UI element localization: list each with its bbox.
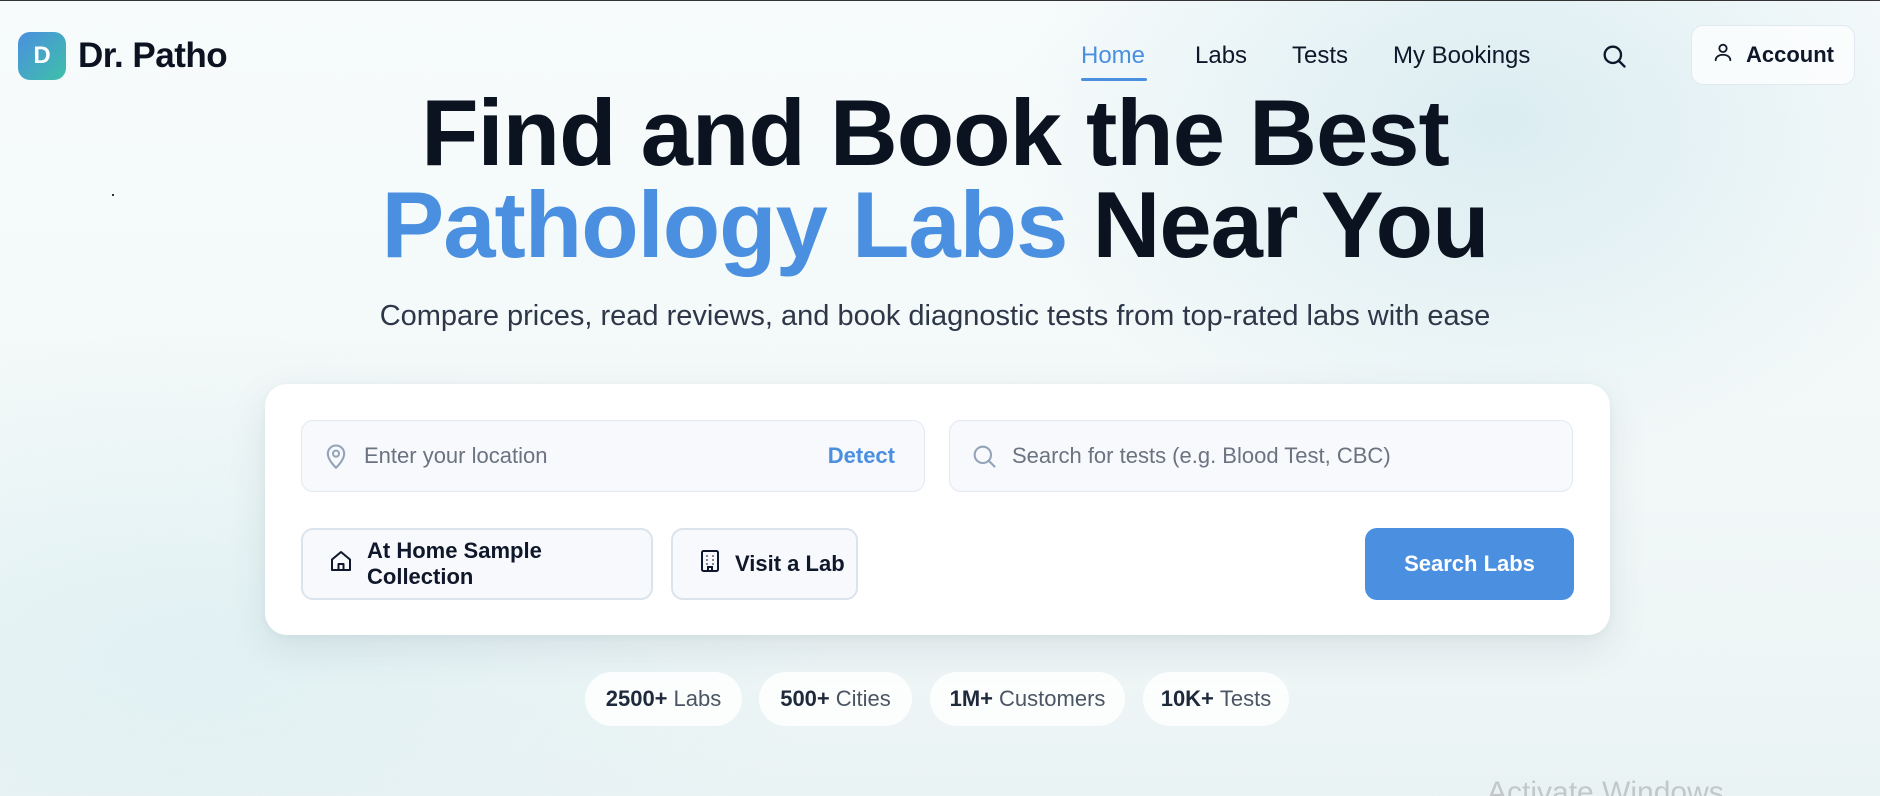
- header-search-icon[interactable]: [1600, 42, 1628, 70]
- location-input[interactable]: [364, 443, 828, 469]
- detect-location-button[interactable]: Detect: [828, 443, 895, 469]
- stat-customers: 1M+ Customers: [930, 672, 1125, 726]
- stat-label: Tests: [1219, 686, 1272, 711]
- visit-lab-label: Visit a Lab: [735, 551, 845, 576]
- test-search-input[interactable]: [1012, 443, 1572, 469]
- visit-lab-option[interactable]: Visit a Lab: [671, 528, 858, 600]
- stat-value: 500+: [780, 686, 830, 711]
- location-field[interactable]: Detect: [301, 420, 925, 492]
- home-collection-option[interactable]: At Home Sample Collection: [301, 528, 653, 600]
- home-collection-label: At Home Sample Collection: [367, 538, 542, 589]
- hero-title-rest: Near You: [1092, 172, 1489, 277]
- building-icon: [699, 549, 721, 579]
- test-search-field[interactable]: [949, 420, 1573, 492]
- search-icon: [970, 442, 998, 470]
- map-pin-icon: [322, 442, 350, 470]
- stat-value: 1M+: [949, 686, 994, 711]
- stat-tests: 10K+ Tests: [1143, 672, 1289, 726]
- account-label: Account: [1746, 42, 1834, 67]
- hero-title-accent: Pathology Labs: [381, 172, 1069, 277]
- stat-label: Cities: [835, 686, 891, 711]
- home-icon: [329, 549, 353, 579]
- stat-label: Customers: [999, 686, 1106, 711]
- search-card: Detect At Home Sample Collection: [265, 384, 1610, 635]
- stat-label: Labs: [673, 686, 722, 711]
- window-top-border: [0, 0, 1880, 1]
- hero-title-line2: Pathology Labs Near You: [0, 178, 1880, 272]
- hero-subtitle: Compare prices, read reviews, and book d…: [379, 300, 1491, 332]
- stat-value: 10K+: [1160, 686, 1214, 711]
- hero-title-line1: Find and Book the Best: [421, 80, 1450, 185]
- search-labs-button[interactable]: Search Labs: [1365, 528, 1574, 600]
- nav-item-labs[interactable]: Labs: [1195, 42, 1247, 70]
- account-button[interactable]: Account: [1691, 25, 1855, 85]
- nav-item-home[interactable]: Home: [1081, 42, 1145, 70]
- os-watermark: Activate Windows: [1487, 776, 1724, 796]
- logo-mark: D: [18, 32, 66, 80]
- brand-name: Dr. Patho: [78, 36, 228, 75]
- stat-cities: 500+ Cities: [759, 672, 912, 726]
- nav-item-tests[interactable]: Tests: [1292, 42, 1348, 70]
- brand-logo[interactable]: D Dr. Patho: [18, 32, 228, 80]
- stat-labs: 2500+ Labs: [585, 672, 742, 726]
- stat-value: 2500+: [605, 686, 668, 711]
- user-icon: [1712, 41, 1734, 69]
- nav-item-my-bookings[interactable]: My Bookings: [1393, 42, 1530, 70]
